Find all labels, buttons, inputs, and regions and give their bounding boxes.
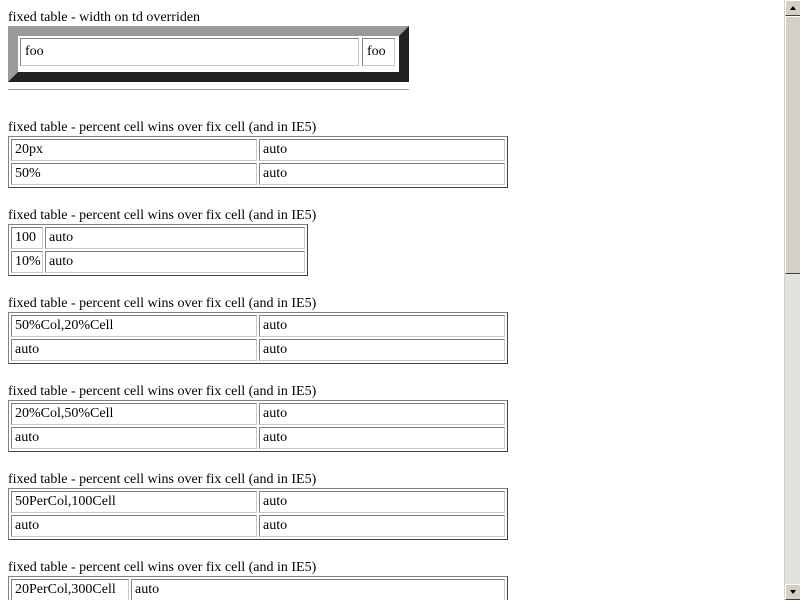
table-cell: auto — [259, 315, 505, 337]
section-caption: fixed table - percent cell wins over fix… — [8, 296, 317, 311]
table-cell: auto — [11, 427, 257, 449]
table-cell: auto — [259, 163, 505, 185]
table-cell: 20px — [11, 139, 257, 161]
horizontal-rule — [8, 89, 409, 91]
arrow-down-icon — [790, 590, 796, 594]
table-cell: foo — [362, 38, 395, 66]
table-cell: 20%Col,50%Cell — [11, 403, 257, 425]
table-cell: auto — [259, 403, 505, 425]
table-cell: auto — [45, 227, 305, 249]
table-percent-vs-fixed: 20%Col,50%Cell auto auto auto — [8, 400, 508, 452]
table-cell: auto — [45, 251, 305, 273]
table-cell: auto — [259, 339, 505, 361]
table-cell: auto — [259, 491, 505, 513]
table-cell: 50% — [11, 163, 257, 185]
table-cell: auto — [131, 579, 505, 600]
section-caption: fixed table - percent cell wins over fix… — [8, 208, 317, 223]
scrollbar-thumb[interactable] — [785, 16, 800, 274]
scroll-up-button[interactable] — [785, 0, 800, 16]
section-caption: fixed table - percent cell wins over fix… — [8, 120, 317, 135]
arrow-up-icon — [790, 6, 796, 10]
section-caption: fixed table - width on td overriden — [8, 10, 201, 25]
section-caption: fixed table - percent cell wins over fix… — [8, 384, 317, 399]
section-caption: fixed table - percent cell wins over fix… — [8, 560, 317, 575]
section-caption: fixed table - percent cell wins over fix… — [8, 472, 317, 487]
table-cell: auto — [259, 139, 505, 161]
table-percent-vs-fixed: 50PerCol,100Cell auto auto auto — [8, 488, 508, 540]
table-percent-vs-fixed: 100 auto 10% auto — [8, 224, 308, 276]
vertical-scrollbar[interactable] — [784, 0, 800, 600]
table-cell: foo — [20, 38, 359, 66]
table-cell: 100 — [11, 227, 43, 249]
table-cell: auto — [259, 427, 505, 449]
table-cell: auto — [11, 339, 257, 361]
table-cell: 50PerCol,100Cell — [11, 491, 257, 513]
table-percent-vs-fixed: 50%Col,20%Cell auto auto auto — [8, 312, 508, 364]
table-percent-vs-fixed: 20px auto 50% auto — [8, 136, 508, 188]
scroll-down-button[interactable] — [785, 584, 800, 600]
table-percent-vs-fixed: 20PerCol,300Cell auto — [8, 576, 508, 600]
table-cell: 20PerCol,300Cell — [11, 579, 129, 600]
table-width-on-td-overriden: foo foo — [8, 26, 409, 82]
table-cell: 10% — [11, 251, 43, 273]
table-cell: 50%Col,20%Cell — [11, 315, 257, 337]
table-cell: auto — [259, 515, 505, 537]
table-cell: auto — [11, 515, 257, 537]
page-content: fixed table - width on td overriden foo … — [0, 0, 784, 600]
